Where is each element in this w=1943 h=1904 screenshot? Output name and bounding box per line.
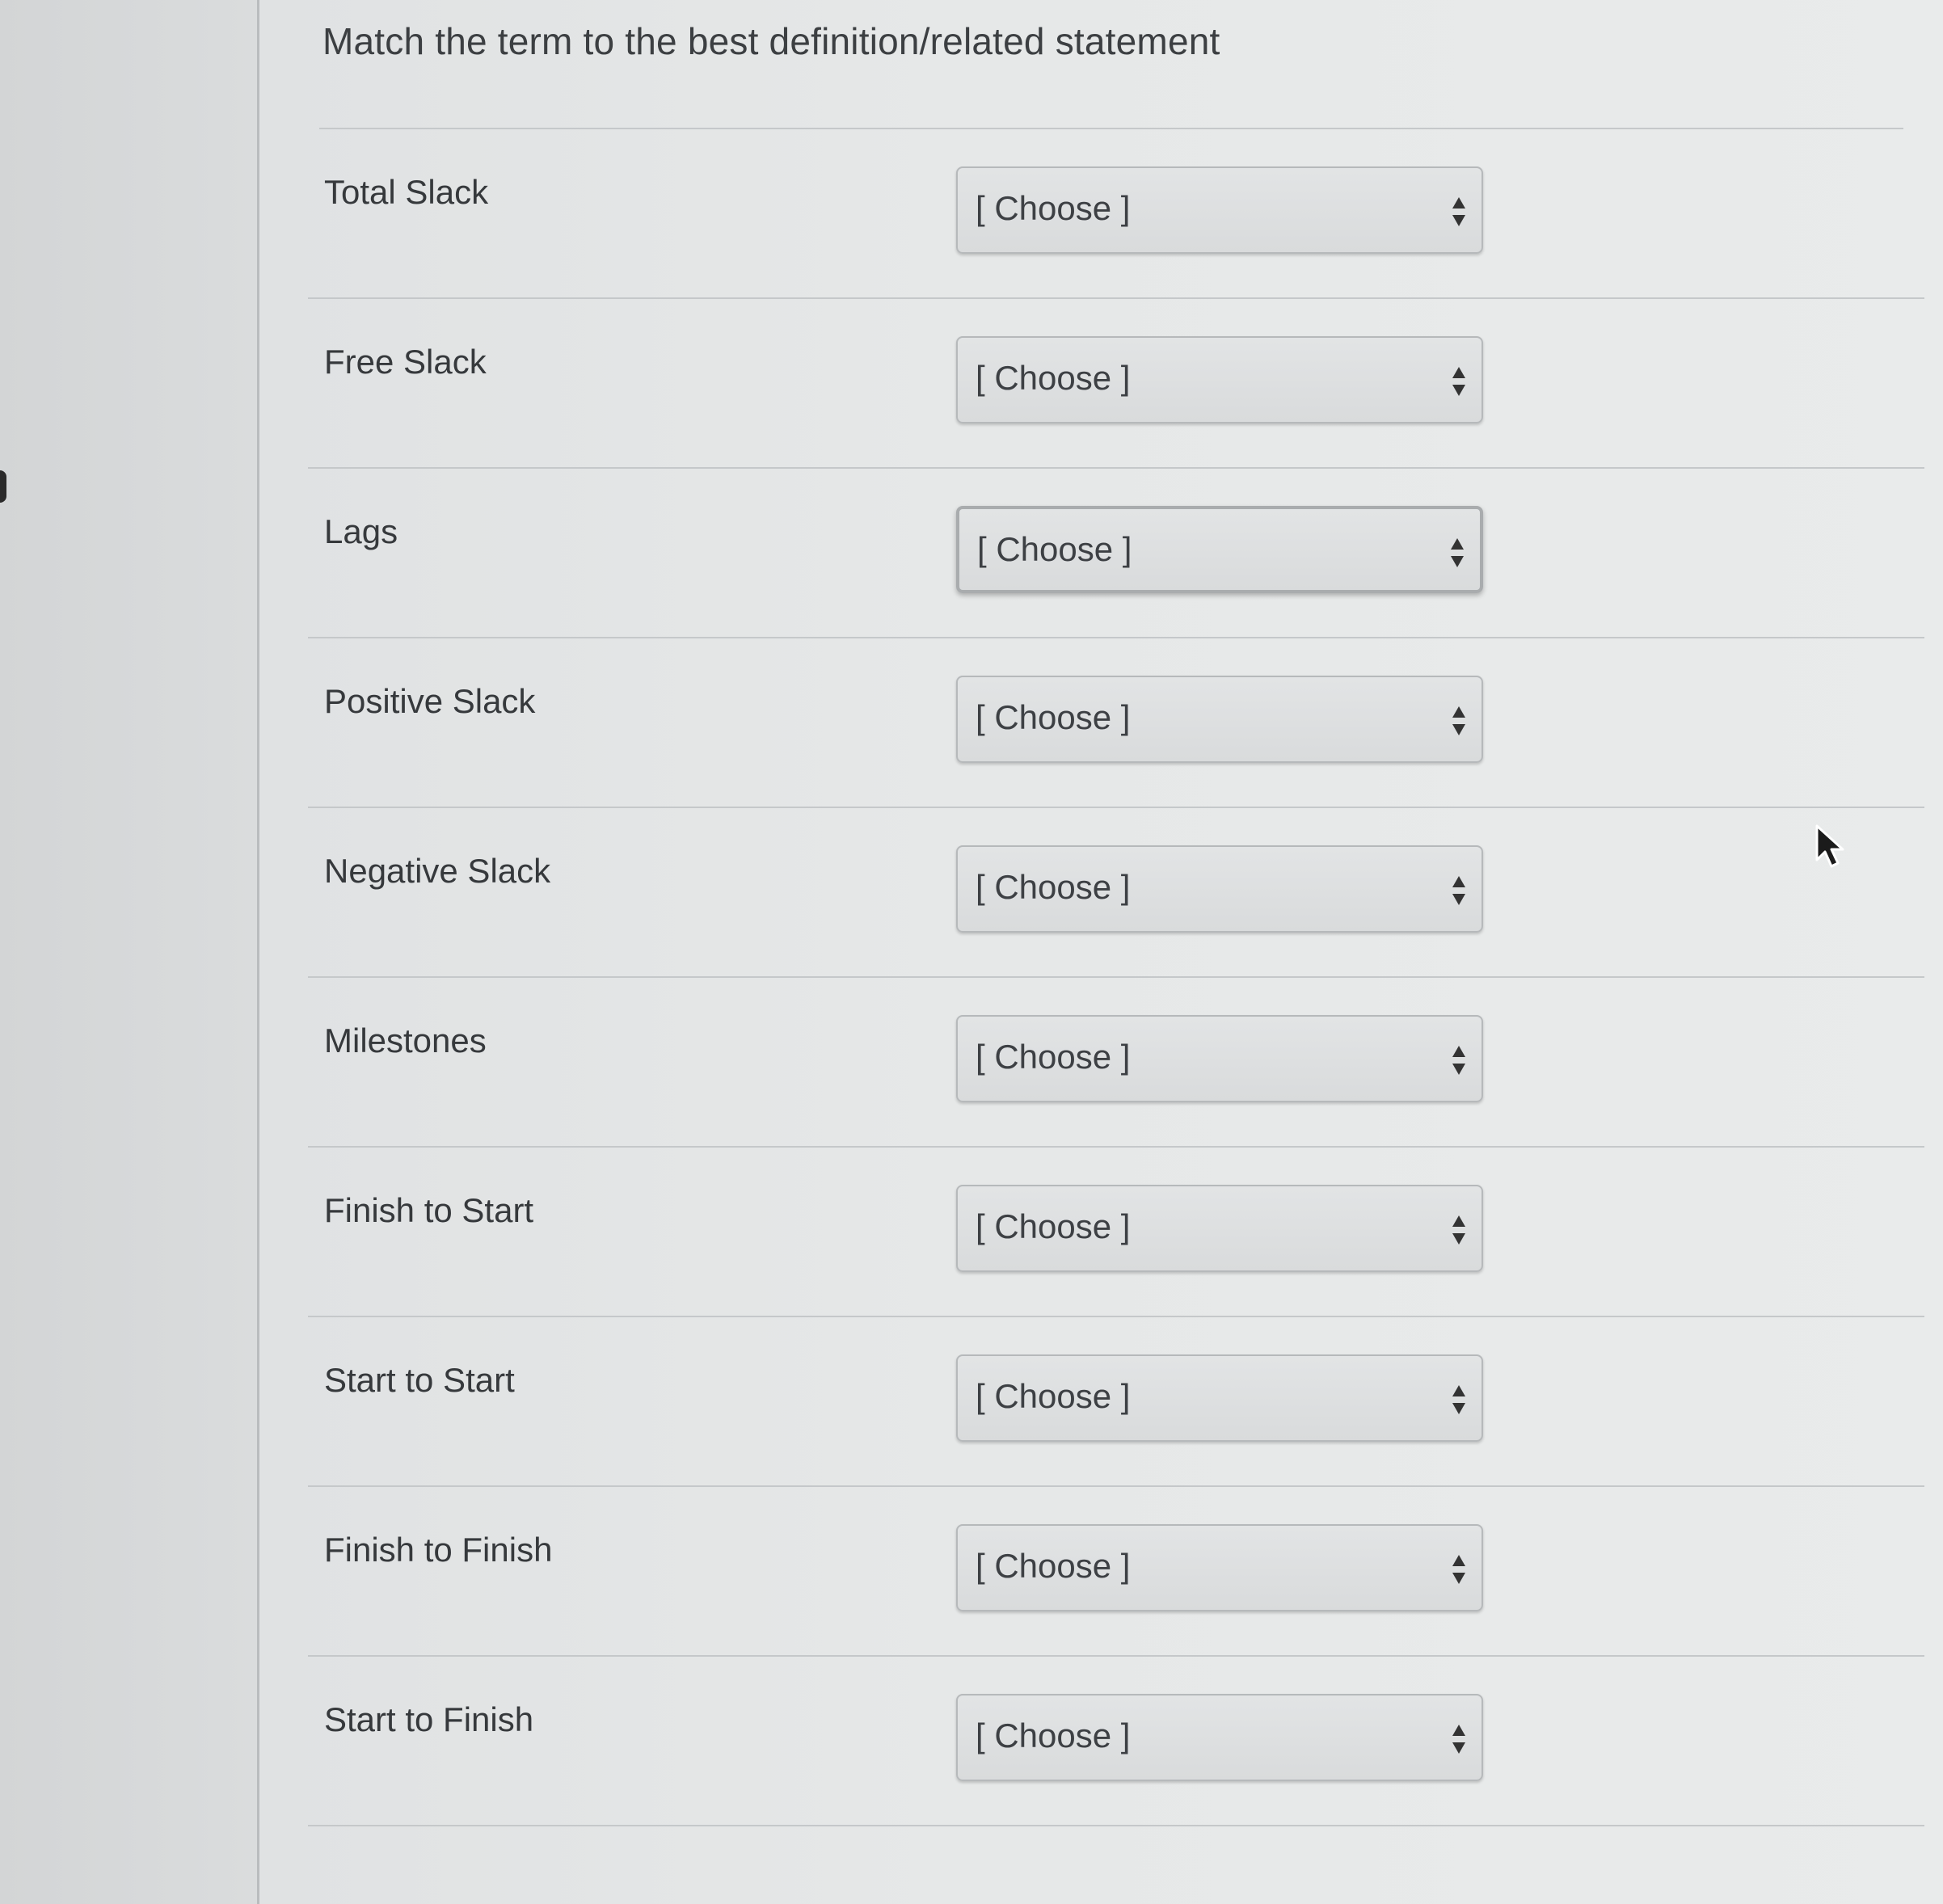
term-label: Start to Finish (324, 1700, 534, 1738)
answer-select[interactable]: [ Choose ] (956, 1354, 1483, 1442)
term-label: Total Slack (324, 173, 489, 211)
select-value: [ Choose ] (976, 1207, 1131, 1245)
match-row: Negative Slack [ Choose ] (308, 808, 1924, 978)
matching-list: Total Slack [ Choose ] Free Slack [ Choo… (308, 129, 1924, 1826)
answer-select[interactable]: [ Choose ] (956, 1524, 1483, 1611)
left-gutter (0, 0, 257, 1904)
term-label: Finish to Finish (324, 1531, 553, 1569)
match-row: Free Slack [ Choose ] (308, 299, 1924, 469)
match-row: Finish to Start [ Choose ] (308, 1148, 1924, 1317)
match-row: Start to Finish [ Choose ] (308, 1657, 1924, 1826)
term-label: Lags (324, 512, 398, 550)
term-label: Positive Slack (324, 682, 536, 720)
select-value: [ Choose ] (976, 189, 1131, 227)
updown-arrows-icon (1452, 1555, 1465, 1584)
match-row: Milestones [ Choose ] (308, 978, 1924, 1148)
question-prompt: Match the term to the best definition/re… (322, 20, 1220, 62)
select-value: [ Choose ] (976, 1547, 1131, 1585)
select-value: [ Choose ] (976, 1717, 1131, 1754)
answer-select[interactable]: [ Choose ] (956, 1015, 1483, 1102)
match-row: Positive Slack [ Choose ] (308, 638, 1924, 808)
term-label: Free Slack (324, 343, 487, 381)
answer-select[interactable]: [ Choose ] (956, 166, 1483, 254)
answer-select[interactable]: [ Choose ] (956, 1185, 1483, 1272)
select-value: [ Choose ] (976, 698, 1131, 736)
term-label: Start to Start (324, 1361, 515, 1399)
answer-select[interactable]: [ Choose ] (956, 506, 1483, 593)
mouse-pointer-icon (1815, 824, 1844, 868)
updown-arrows-icon (1452, 197, 1465, 226)
select-value: [ Choose ] (977, 530, 1132, 568)
select-value: [ Choose ] (976, 1377, 1131, 1415)
term-label: Finish to Start (324, 1191, 534, 1229)
match-row: Start to Start [ Choose ] (308, 1317, 1924, 1487)
updown-arrows-icon (1451, 538, 1464, 567)
question-panel: Match the term to the best definition/re… (259, 0, 1943, 1904)
term-label: Negative Slack (324, 852, 551, 890)
updown-arrows-icon (1452, 1725, 1465, 1754)
answer-select[interactable]: [ Choose ] (956, 1694, 1483, 1781)
match-row: Total Slack [ Choose ] (308, 129, 1924, 299)
updown-arrows-icon (1452, 706, 1465, 735)
edge-indicator (0, 470, 6, 503)
select-value: [ Choose ] (976, 359, 1131, 397)
match-row: Lags [ Choose ] (308, 469, 1924, 638)
answer-select[interactable]: [ Choose ] (956, 676, 1483, 763)
updown-arrows-icon (1452, 876, 1465, 905)
term-label: Milestones (324, 1022, 487, 1059)
select-value: [ Choose ] (976, 868, 1131, 906)
updown-arrows-icon (1452, 1046, 1465, 1075)
answer-select[interactable]: [ Choose ] (956, 845, 1483, 933)
updown-arrows-icon (1452, 367, 1465, 396)
select-value: [ Choose ] (976, 1038, 1131, 1076)
answer-select[interactable]: [ Choose ] (956, 336, 1483, 423)
updown-arrows-icon (1452, 1385, 1465, 1414)
updown-arrows-icon (1452, 1215, 1465, 1245)
match-row: Finish to Finish [ Choose ] (308, 1487, 1924, 1657)
